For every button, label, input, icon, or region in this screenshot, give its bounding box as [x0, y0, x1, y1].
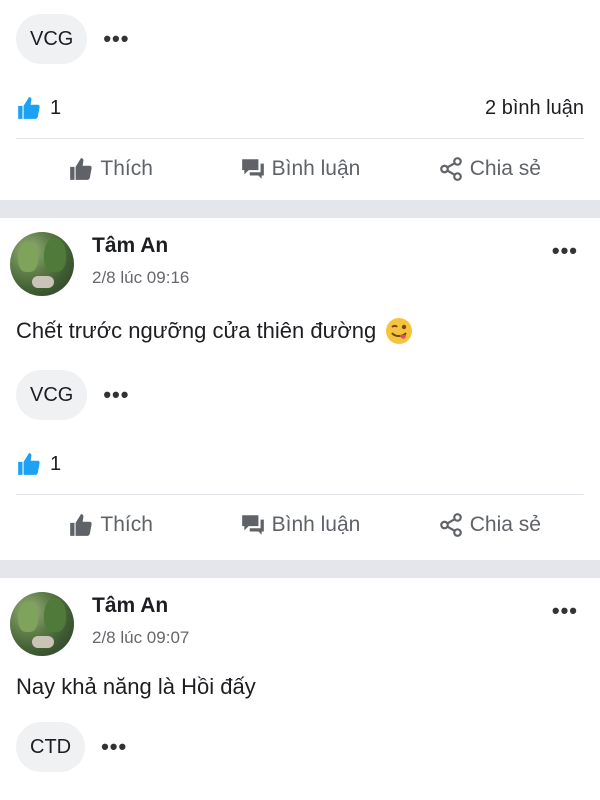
comment-icon	[240, 512, 266, 538]
like-reaction-icon	[16, 451, 42, 477]
share-label: Chia sẻ	[469, 157, 541, 180]
tag-chip[interactable]: CTD	[16, 722, 86, 772]
share-icon	[438, 512, 464, 538]
post-tam-an-2: Tâm An 2/8 lúc 09:07 ••• Nay khả năng là…	[0, 578, 600, 800]
share-icon	[438, 156, 464, 182]
action-bar: Thích Bình luận Chia sẻ	[0, 139, 600, 199]
tag-more-button[interactable]: •••	[103, 28, 129, 50]
tag-chip[interactable]: VCG	[16, 14, 88, 64]
like-reaction-icon	[16, 95, 42, 121]
post-separator	[0, 200, 600, 218]
post-header: Tâm An 2/8 lúc 09:16 •••	[0, 218, 600, 304]
thumbs-up-icon	[68, 156, 94, 182]
winking-tongue-emoji-icon	[384, 316, 414, 346]
stats-row: 1	[0, 444, 600, 484]
tag-more-button[interactable]: •••	[101, 736, 127, 758]
comment-label: Bình luận	[271, 157, 361, 180]
author-name[interactable]: Tâm An	[92, 234, 189, 258]
post-text: Nay khả năng là Hồi đấy	[0, 664, 600, 702]
like-button[interactable]: Thích	[16, 156, 205, 182]
post-options-button[interactable]: •••	[552, 598, 578, 624]
comment-button[interactable]: Bình luận	[205, 156, 394, 182]
tag-more-button[interactable]: •••	[103, 384, 129, 406]
like-count: 1	[50, 96, 62, 119]
share-button[interactable]: Chia sẻ	[395, 156, 584, 182]
share-button[interactable]: Chia sẻ	[395, 512, 584, 538]
post-separator	[0, 560, 600, 578]
comment-button[interactable]: Bình luận	[205, 512, 394, 538]
action-bar: Thích Bình luận Chia sẻ	[0, 495, 600, 555]
post-text: Chết trước ngưỡng cửa thiên đường	[0, 304, 600, 346]
post-timestamp[interactable]: 2/8 lúc 09:16	[92, 268, 189, 288]
post-header: Tâm An 2/8 lúc 09:07 •••	[0, 578, 600, 664]
post-content: Chết trước ngưỡng cửa thiên đường	[16, 318, 377, 343]
like-count: 1	[50, 452, 62, 475]
like-summary[interactable]: 1	[16, 95, 61, 121]
like-label: Thích	[100, 513, 153, 536]
post-options-button[interactable]: •••	[552, 238, 578, 264]
author-name[interactable]: Tâm An	[92, 594, 189, 618]
like-button[interactable]: Thích	[16, 512, 205, 538]
comment-icon	[240, 156, 266, 182]
like-summary[interactable]: 1	[16, 451, 61, 477]
tag-chip[interactable]: VCG	[16, 370, 88, 420]
post-content: Nay khả năng là Hồi đấy	[16, 674, 256, 699]
avatar[interactable]	[10, 232, 74, 296]
stats-row: 1 2 bình luận	[0, 88, 600, 128]
tags-row: VCG •••	[0, 370, 600, 420]
like-label: Thích	[100, 157, 153, 180]
avatar[interactable]	[10, 592, 74, 656]
post-previous: VCG ••• 1 2 bình luận Thích Bình luận Ch…	[0, 0, 600, 200]
share-label: Chia sẻ	[469, 513, 541, 536]
post-tam-an-1: Tâm An 2/8 lúc 09:16 ••• Chết trước ngưỡ…	[0, 218, 600, 560]
tags-row: VCG •••	[0, 0, 600, 64]
comment-label: Bình luận	[271, 513, 361, 536]
tags-row: CTD •••	[0, 722, 600, 772]
comment-count-link[interactable]: 2 bình luận	[485, 97, 584, 120]
thumbs-up-icon	[68, 512, 94, 538]
post-timestamp[interactable]: 2/8 lúc 09:07	[92, 628, 189, 648]
